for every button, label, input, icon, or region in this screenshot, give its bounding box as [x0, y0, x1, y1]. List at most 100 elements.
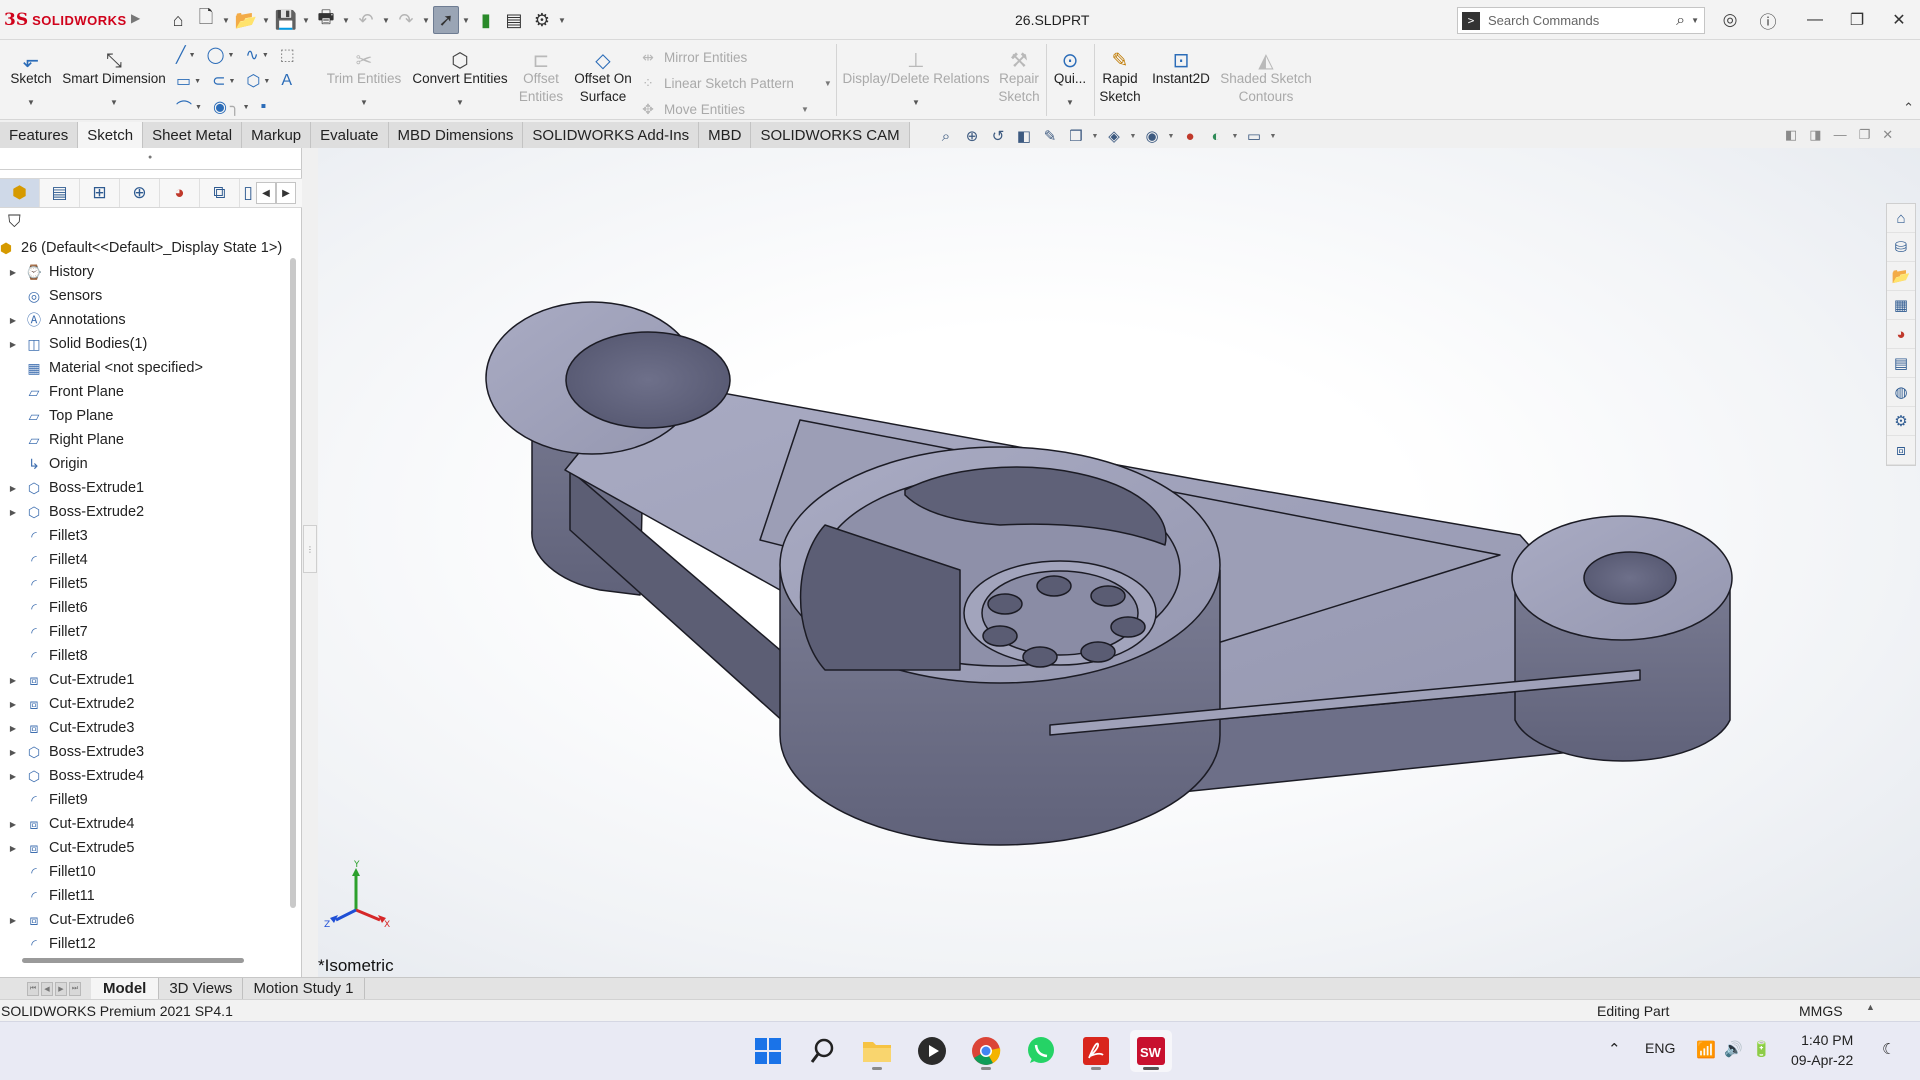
- shaded-sketch-contours-button[interactable]: ◭ Shaded Sketch Contours: [1218, 44, 1314, 106]
- previous-view-icon[interactable]: ↺: [987, 125, 1009, 147]
- tab-solidworks-add-ins[interactable]: SOLIDWORKS Add-Ins: [523, 122, 700, 148]
- search-commands-box[interactable]: > Search Commands ⌕ ▼: [1457, 7, 1705, 34]
- move-entities-item[interactable]: ✥ Move Entities ▼: [640, 96, 835, 122]
- more-tab-icon[interactable]: ▯: [240, 179, 256, 207]
- search-input[interactable]: Search Commands: [1488, 13, 1676, 28]
- sketch-button[interactable]: ⬐ Sketch ▼: [8, 44, 54, 112]
- acrobat-taskbar-icon[interactable]: [1075, 1030, 1117, 1072]
- line-dropdown-icon[interactable]: ▼: [189, 52, 196, 59]
- tree-item[interactable]: ◜ Fillet12: [0, 932, 290, 956]
- tree-item[interactable]: ◜ Fillet7: [0, 620, 290, 644]
- redo-dropdown-icon[interactable]: ▼: [421, 6, 431, 34]
- tree-item[interactable]: ↳ Origin: [0, 452, 290, 476]
- text-icon[interactable]: A: [281, 72, 292, 90]
- relations-dropdown-icon[interactable]: ▼: [912, 94, 920, 112]
- expand-arrow-icon[interactable]: ▶: [6, 316, 20, 325]
- rebuild-icon[interactable]: ▮: [473, 6, 499, 34]
- file-explorer-icon[interactable]: 📂: [1887, 262, 1915, 291]
- tab-evaluate[interactable]: Evaluate: [311, 122, 389, 148]
- tree-item[interactable]: ▶ ⧈ Cut-Extrude5: [0, 836, 290, 860]
- expand-arrow-icon[interactable]: ▶: [6, 916, 20, 925]
- spline-dropdown-icon[interactable]: ▼: [262, 52, 269, 59]
- expand-arrow-icon[interactable]: ▶: [6, 268, 20, 277]
- tab-mbd-dimensions[interactable]: MBD Dimensions: [388, 122, 524, 148]
- tree-item[interactable]: ▶ ⬡ Boss-Extrude2: [0, 500, 290, 524]
- restore-button[interactable]: ❐: [1836, 0, 1878, 40]
- tree-root-part[interactable]: ⬢ 26 (Default<<Default>_Display State 1>…: [0, 236, 290, 260]
- units-expand-icon[interactable]: ▲: [1866, 1002, 1875, 1012]
- polygon-icon[interactable]: ⬡: [246, 71, 260, 91]
- construction-icon[interactable]: ⬚: [280, 45, 295, 65]
- minimize-button[interactable]: —: [1794, 0, 1836, 40]
- spline-icon[interactable]: ∿: [245, 45, 258, 65]
- view-settings-icon[interactable]: ▭: [1243, 125, 1265, 147]
- tree-item[interactable]: ◎ Sensors: [0, 284, 290, 308]
- tree-item[interactable]: ▶ ⬡ Boss-Extrude1: [0, 476, 290, 500]
- prev-tab-icon[interactable]: ◀: [41, 981, 53, 996]
- home-icon[interactable]: ⌂: [165, 6, 191, 34]
- tab-mbd[interactable]: MBD: [699, 122, 752, 148]
- tree-item[interactable]: ◜ Fillet11: [0, 884, 290, 908]
- expand-arrow-icon[interactable]: ▶: [6, 676, 20, 685]
- tree-item[interactable]: ▶ ⬡ Boss-Extrude4: [0, 764, 290, 788]
- hide-show-dropdown-icon[interactable]: ▼: [1167, 133, 1175, 140]
- open-folder-icon[interactable]: 📂: [233, 6, 259, 34]
- tree-item[interactable]: ▶ Ⓐ Annotations: [0, 308, 290, 332]
- cam-tree-icon[interactable]: ⧈: [1887, 436, 1915, 465]
- pattern-dropdown-icon[interactable]: ▼: [824, 79, 832, 88]
- rectangle-icon[interactable]: ▭: [176, 71, 191, 91]
- wifi-icon[interactable]: 📶: [1696, 1040, 1716, 1060]
- chrome-taskbar-icon[interactable]: [965, 1030, 1007, 1072]
- file-properties-icon[interactable]: ▤: [501, 6, 527, 34]
- feature-manager-tab-icon[interactable]: ⬢: [0, 179, 40, 207]
- quick-snaps-dropdown-icon[interactable]: ▼: [1066, 94, 1074, 112]
- view-orientation-dropdown-icon[interactable]: ▼: [1091, 133, 1099, 140]
- expand-arrow-icon[interactable]: ▶: [6, 748, 20, 757]
- move-dropdown-icon[interactable]: ▼: [801, 105, 809, 114]
- tree-item[interactable]: ▶ ⧈ Cut-Extrude3: [0, 716, 290, 740]
- last-tab-icon[interactable]: ⏭: [69, 981, 81, 996]
- fillet-dropdown-icon[interactable]: ▼: [243, 104, 250, 111]
- tree-item[interactable]: ◜ Fillet8: [0, 644, 290, 668]
- design-library-icon[interactable]: ⛁: [1887, 233, 1915, 262]
- rectangle-dropdown-icon[interactable]: ▼: [194, 78, 201, 85]
- save-icon[interactable]: 💾: [273, 6, 299, 34]
- user-account-icon[interactable]: ◎: [1718, 8, 1742, 32]
- notifications-icon[interactable]: ☾: [1882, 1040, 1895, 1058]
- tab-features[interactable]: Features: [0, 122, 79, 148]
- smart-dimension-button[interactable]: ⤡ Smart Dimension ▼: [58, 44, 170, 112]
- undo-icon[interactable]: ↶: [353, 6, 379, 34]
- hide-show-items-icon[interactable]: ◉: [1141, 125, 1163, 147]
- polygon-dropdown-icon[interactable]: ▼: [263, 78, 270, 85]
- viewport-close-icon[interactable]: ✕: [1882, 127, 1893, 143]
- tree-item[interactable]: ▶ ⧈ Cut-Extrude4: [0, 812, 290, 836]
- tree-item[interactable]: ◜ Fillet9: [0, 788, 290, 812]
- tab-sketch[interactable]: Sketch: [78, 122, 144, 148]
- repair-sketch-button[interactable]: ⚒ Repair Sketch: [995, 44, 1043, 106]
- cam-manager-tab-icon[interactable]: ⧉: [200, 179, 240, 207]
- show-hidden-icons-icon[interactable]: ⌃: [1608, 1040, 1621, 1058]
- toolbox-icon[interactable]: ⚙: [1887, 407, 1915, 436]
- save-dropdown-icon[interactable]: ▼: [301, 6, 311, 34]
- tree-item[interactable]: ▶ ⧈ Cut-Extrude1: [0, 668, 290, 692]
- expand-arrow-icon[interactable]: ▶: [6, 724, 20, 733]
- panel-grip-icon[interactable]: ●: [148, 154, 152, 161]
- solidworks-forum-icon[interactable]: ◍: [1887, 378, 1915, 407]
- tree-item[interactable]: ◜ Fillet4: [0, 548, 290, 572]
- convert-dropdown-icon[interactable]: ▼: [456, 94, 464, 112]
- tab-solidworks-cam[interactable]: SOLIDWORKS CAM: [751, 122, 910, 148]
- offset-on-surface-button[interactable]: ◇ Offset On Surface: [570, 44, 636, 106]
- options-gear-icon[interactable]: ⚙: [529, 6, 555, 34]
- display-manager-tab-icon[interactable]: ◕: [160, 179, 200, 207]
- tabs-scroll-right-icon[interactable]: ▶: [276, 182, 296, 204]
- windows-start-icon[interactable]: [747, 1030, 789, 1072]
- select-pointer-icon[interactable]: ➚: [433, 6, 459, 34]
- battery-icon[interactable]: 🔋: [1752, 1040, 1771, 1058]
- tabs-scroll-left-icon[interactable]: ◀: [256, 182, 276, 204]
- tree-item[interactable]: ▱ Right Plane: [0, 428, 290, 452]
- print-icon[interactable]: 🖶: [313, 6, 339, 34]
- section-view-icon[interactable]: ◧: [1013, 125, 1035, 147]
- tab-sheet-metal[interactable]: Sheet Metal: [143, 122, 243, 148]
- linear-sketch-pattern-item[interactable]: ⁘ Linear Sketch Pattern ▼: [640, 70, 835, 96]
- line-icon[interactable]: ╱: [176, 45, 186, 65]
